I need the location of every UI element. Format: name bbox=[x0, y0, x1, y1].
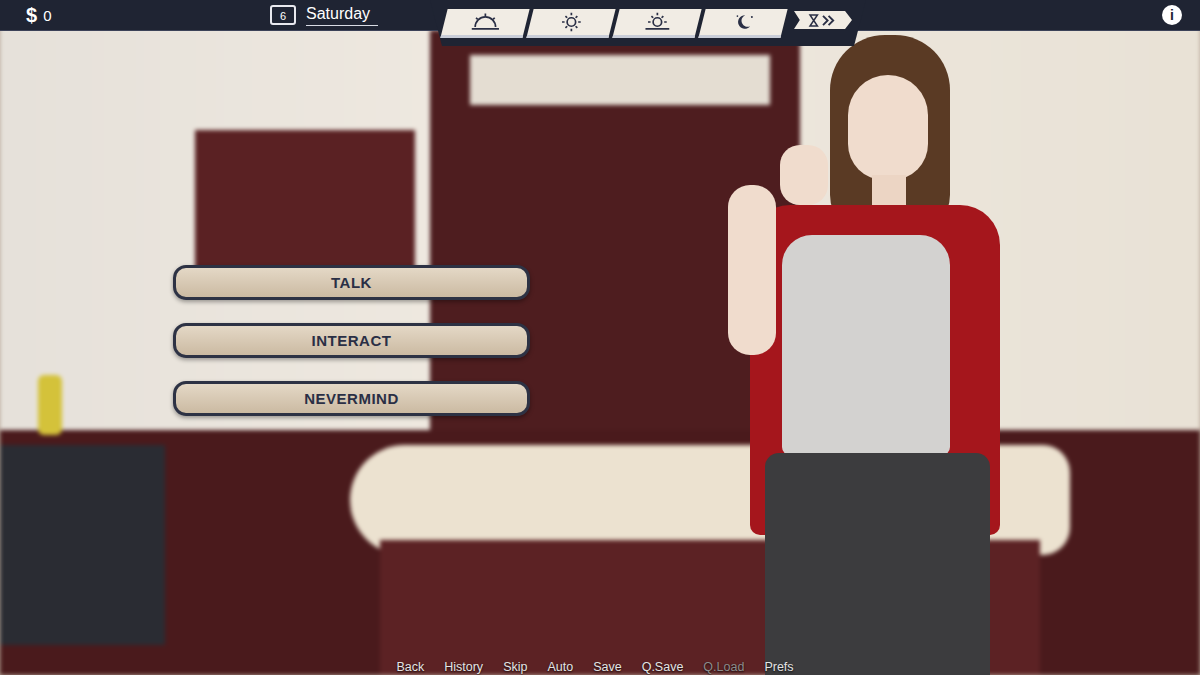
quick-menu: Back History Skip Auto Save Q.Save Q.Load Prefs bbox=[0, 660, 1200, 674]
calendar-icon: 6 bbox=[270, 5, 296, 25]
choice-button[interactable]: NEVERMIND bbox=[173, 381, 530, 416]
bottle bbox=[38, 375, 62, 435]
choice-button[interactable]: INTERACT bbox=[173, 323, 530, 358]
quick-menu-item[interactable]: Prefs bbox=[764, 660, 793, 674]
choice-menu: TALK INTERACT NEVERMIND bbox=[0, 31, 530, 416]
time-slot[interactable] bbox=[698, 9, 787, 38]
hourglass-forward-icon bbox=[797, 13, 849, 28]
info-button[interactable]: i bbox=[1162, 5, 1182, 25]
wall-cabinet bbox=[195, 130, 415, 270]
game-screen: $0 6 Saturday i TALK INTERACT NEVERMIND Back His… bbox=[0, 0, 1200, 675]
day-number: 6 bbox=[280, 11, 286, 22]
raised-arm bbox=[728, 185, 776, 355]
quick-menu-item[interactable]: Auto bbox=[547, 660, 573, 674]
money-display: $0 bbox=[0, 0, 270, 30]
quick-menu-item[interactable]: History bbox=[444, 660, 483, 674]
choice-button[interactable]: TALK bbox=[173, 265, 530, 300]
quick-menu-item[interactable]: Save bbox=[593, 660, 622, 674]
sun-icon bbox=[554, 11, 588, 33]
weekday: Saturday bbox=[306, 5, 378, 26]
quick-menu-item[interactable]: Back bbox=[396, 660, 424, 674]
time-of-day-bar bbox=[430, 0, 866, 46]
tank-top bbox=[782, 235, 950, 455]
katana bbox=[470, 55, 770, 105]
pants bbox=[765, 453, 990, 675]
time-slot[interactable] bbox=[440, 9, 529, 38]
quick-menu-item[interactable]: Skip bbox=[503, 660, 527, 674]
afternoon-sun-icon bbox=[640, 11, 674, 33]
quick-menu-item: Q.Load bbox=[703, 660, 744, 674]
date-display: 6 Saturday bbox=[270, 0, 430, 30]
sunrise-icon bbox=[468, 11, 502, 33]
money-value: 0 bbox=[43, 7, 51, 24]
time-slot[interactable] bbox=[612, 9, 701, 38]
oven bbox=[0, 445, 165, 645]
money-symbol: $ bbox=[26, 4, 37, 27]
skip-time-button[interactable] bbox=[794, 11, 852, 29]
hand bbox=[780, 145, 828, 205]
time-slot[interactable] bbox=[526, 9, 615, 38]
top-bar: $0 6 Saturday i bbox=[0, 0, 1200, 31]
moon-icon bbox=[726, 11, 760, 33]
character-figure bbox=[720, 35, 1010, 675]
quick-menu-item[interactable]: Q.Save bbox=[642, 660, 684, 674]
face bbox=[848, 75, 928, 180]
